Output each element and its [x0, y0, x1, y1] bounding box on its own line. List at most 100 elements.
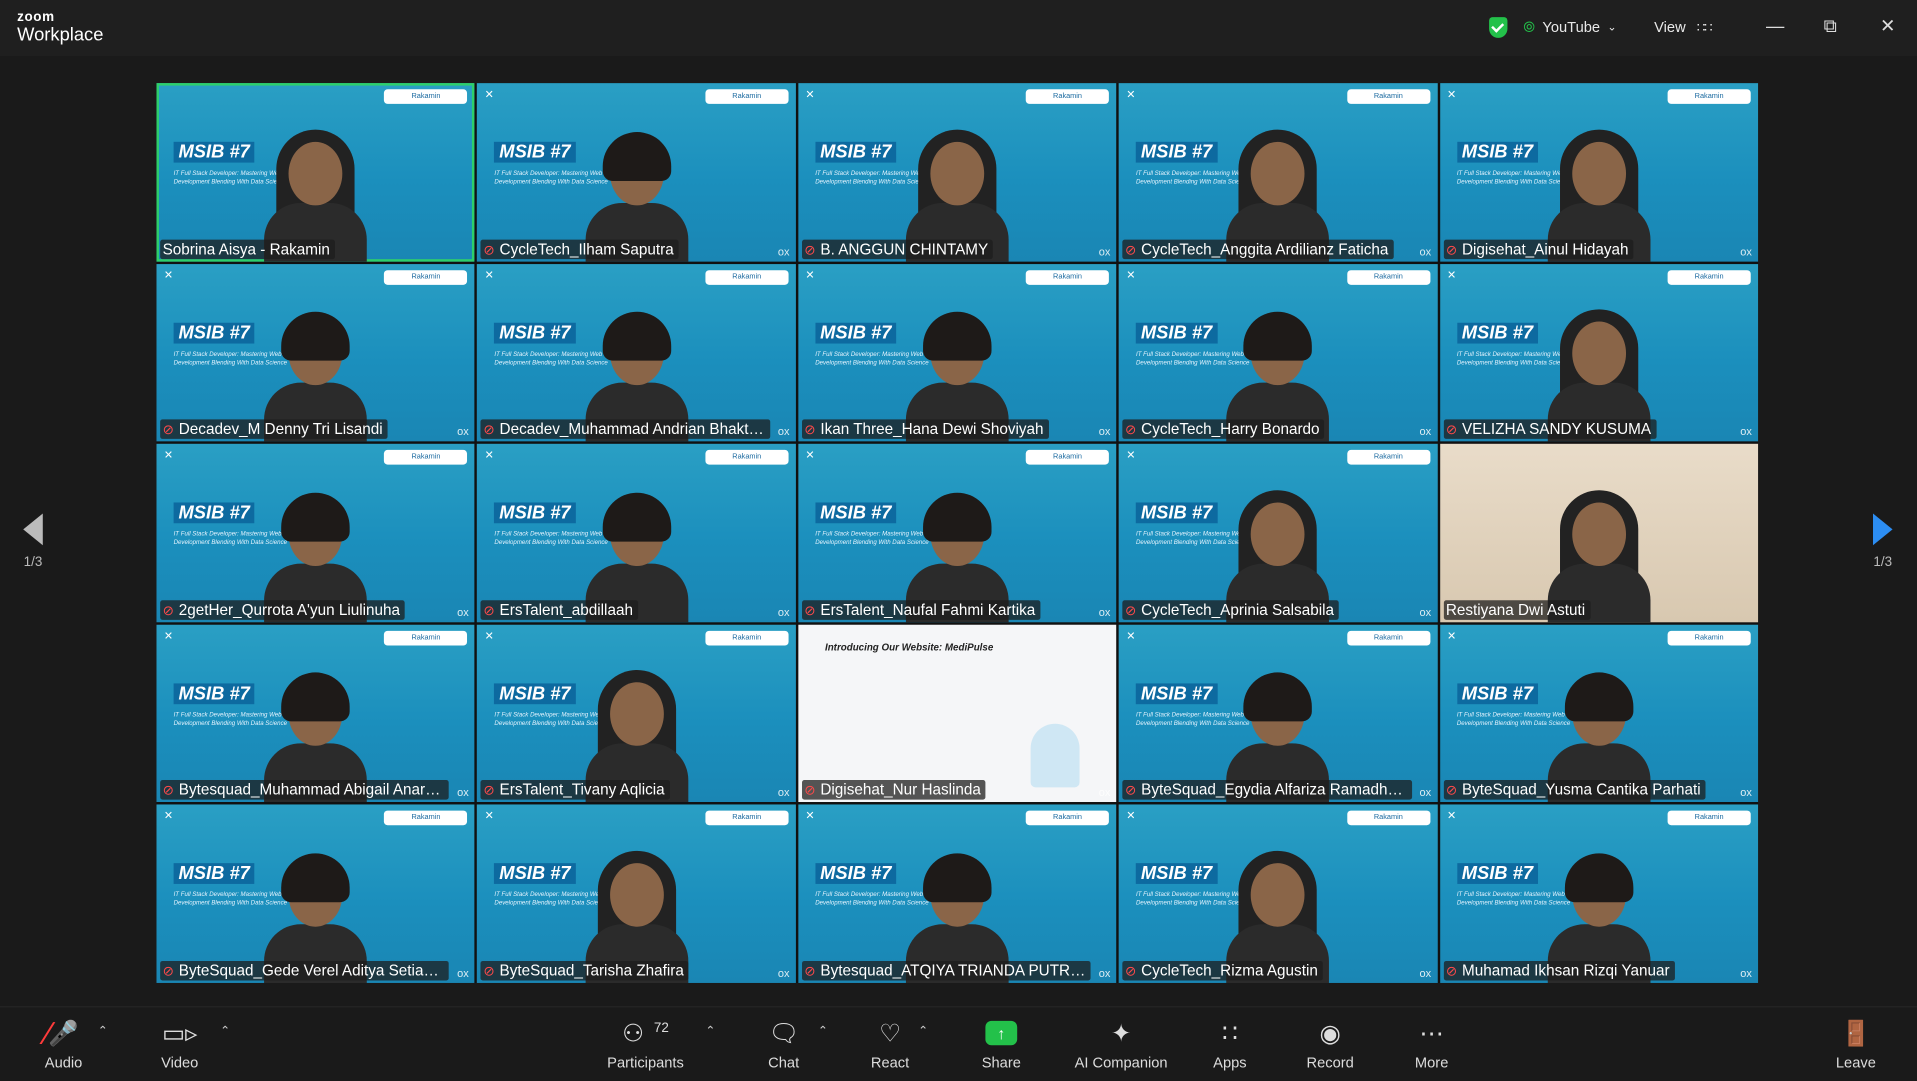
rakamin-badge: Rakamin	[705, 450, 789, 465]
participants-button[interactable]: ⚇ 72 Participants	[599, 1007, 692, 1080]
encryption-shield-icon[interactable]	[1489, 15, 1508, 39]
livestream-indicator[interactable]: ⦾ YouTube ⌄	[1523, 15, 1616, 39]
msib-banner: MSIB #7	[173, 683, 255, 704]
participant-tile[interactable]: Restiyana Dwi Astuti	[1439, 444, 1759, 623]
mic-muted-icon: ⊘	[162, 423, 174, 438]
participant-tile[interactable]: Rakamin MSIB #7 IT Full Stack Developer: M…	[1118, 804, 1438, 983]
arrow-left-icon	[23, 513, 43, 546]
share-button[interactable]: ↑ Share	[976, 1007, 1027, 1080]
rakamin-badge: Rakamin	[705, 630, 789, 646]
connection-icon: ox	[1098, 425, 1111, 438]
pin-icon: ✕	[805, 448, 815, 462]
minimize-button[interactable]: —	[1761, 13, 1790, 37]
participant-name-label: Restiyana Dwi Astuti	[1443, 600, 1591, 620]
participant-tile[interactable]: Rakamin MSIB #7 IT Full Stack Developer: M…	[477, 83, 796, 262]
participant-name-label: ⊘ Decadev_M Denny Tri Lisandi	[160, 419, 388, 440]
msib-banner: MSIB #7	[815, 502, 897, 524]
chat-button[interactable]: 🗨 Chat	[760, 1007, 806, 1080]
participant-tile[interactable]: Rakamin MSIB #7 IT Full Stack Developer: M…	[1118, 444, 1438, 623]
pin-icon: ✕	[805, 809, 815, 823]
pin-icon: ✕	[1126, 629, 1136, 642]
record-icon: ◉	[1319, 1020, 1341, 1048]
audio-label: Audio	[44, 1053, 83, 1071]
pin-icon: ✕	[1447, 268, 1457, 281]
participant-tile[interactable]: Rakamin MSIB #7 IT Full Stack Developer: M…	[1439, 804, 1759, 983]
participant-tile[interactable]: Rakamin MSIB #7 IT Full Stack Developer: M…	[156, 804, 475, 983]
connection-icon: ox	[1419, 425, 1432, 438]
participant-name-label: ⊘ 2getHer_Qurrota A'yun Liulinuha	[160, 600, 405, 620]
audio-options-caret-icon[interactable]: ⌃	[98, 1025, 108, 1038]
mic-muted-icon: ⊘	[1125, 964, 1137, 980]
rakamin-badge: Rakamin	[1667, 630, 1751, 646]
participant-tile[interactable]: Rakamin MSIB #7 IT Full Stack Developer: M…	[156, 263, 475, 442]
restore-button[interactable]: ⧉	[1816, 13, 1845, 37]
msib-banner: MSIB #7	[1456, 322, 1538, 344]
video-options-caret-icon[interactable]: ⌃	[220, 1025, 230, 1038]
pin-icon: ✕	[163, 629, 174, 642]
mic-muted-icon: ⊘	[1445, 784, 1458, 799]
participant-tile[interactable]: Rakamin MSIB #7 IT Full Stack Developer: M…	[798, 444, 1117, 623]
slide-title: Introducing Our Website: MediPulse	[824, 641, 994, 653]
rakamin-badge: Rakamin	[1025, 811, 1110, 826]
participant-tile[interactable]: Rakamin MSIB #7 IT Full Stack Developer: M…	[1439, 263, 1759, 442]
ai-companion-button[interactable]: ✦ AI Companion	[1069, 1007, 1174, 1080]
participant-tile[interactable]: Rakamin MSIB #7 IT Full Stack Developer: M…	[1439, 624, 1759, 803]
leave-label: Leave	[1835, 1053, 1876, 1071]
more-dots-icon: ⋯	[1419, 1020, 1444, 1048]
pin-icon: ✕	[1126, 88, 1136, 101]
participant-tile[interactable]: Rakamin MSIB #7 IT Full Stack Developer: M…	[1439, 83, 1759, 262]
participant-name: Restiyana Dwi Astuti	[1445, 601, 1586, 619]
chat-options-caret-icon[interactable]: ⌃	[818, 1025, 828, 1038]
video-button[interactable]: ▭▹ Video	[153, 1007, 207, 1080]
pin-icon: ✕	[805, 88, 815, 101]
participant-name-label: ⊘ CycleTech_Aprinia Salsabila	[1122, 600, 1339, 620]
apps-button[interactable]: ∷ Apps	[1208, 1007, 1252, 1080]
connection-icon: ox	[777, 606, 790, 619]
pin-icon: ✕	[1126, 448, 1136, 462]
msib-banner: MSIB #7	[1456, 863, 1538, 885]
participant-tile[interactable]: Rakamin MSIB #7 IT Full Stack Developer: M…	[1118, 624, 1438, 803]
record-button[interactable]: ◉ Record	[1303, 1007, 1357, 1080]
participants-options-caret-icon[interactable]: ⌃	[705, 1025, 715, 1038]
close-button[interactable]: ✕	[1873, 13, 1902, 37]
participant-tile[interactable]: Rakamin MSIB #7 IT Full Stack Developer: M…	[477, 624, 796, 803]
participant-name-label: ⊘ CycleTech_Anggita Ardilianz Faticha	[1122, 239, 1394, 259]
mic-muted-icon: ⊘	[1445, 964, 1458, 980]
participant-name: ErsTalent_Naufal Fahmi Kartika	[820, 601, 1036, 619]
msib-banner: MSIB #7	[494, 863, 576, 885]
participant-tile[interactable]: Rakamin MSIB #7 IT Full Stack Developer: M…	[798, 804, 1117, 983]
participant-tile[interactable]: Rakamin MSIB #7 IT Full Stack Developer: M…	[477, 444, 796, 623]
rakamin-badge: Rakamin	[384, 811, 468, 826]
participant-name-label: ⊘ Muhamad Ikhsan Rizqi Yanuar	[1443, 960, 1675, 981]
participant-tile[interactable]: Introducing Our Website: MediPulse ⊘ Digis…	[798, 624, 1117, 803]
pin-icon: ✕	[484, 448, 494, 462]
participant-tile[interactable]: Rakamin MSIB #7 IT Full Stack Developer: M…	[156, 83, 475, 262]
mic-muted-icon: ⊘	[162, 964, 174, 980]
react-button[interactable]: ♡ React	[866, 1007, 915, 1080]
participant-tile[interactable]: Rakamin MSIB #7 IT Full Stack Developer: M…	[156, 624, 475, 803]
page-indicator-right: 1/3	[1873, 555, 1893, 570]
more-button[interactable]: ⋯ More	[1408, 1007, 1454, 1080]
participant-tile[interactable]: Rakamin MSIB #7 IT Full Stack Developer: M…	[1118, 263, 1438, 442]
chat-label: Chat	[768, 1053, 800, 1071]
apps-grid-icon: ∷	[1222, 1020, 1238, 1048]
participant-tile[interactable]: Rakamin MSIB #7 IT Full Stack Developer: M…	[156, 444, 475, 623]
brand-small: zoom	[17, 9, 55, 25]
participant-tile[interactable]: Rakamin MSIB #7 IT Full Stack Developer: M…	[798, 83, 1117, 262]
participant-tile[interactable]: Rakamin MSIB #7 IT Full Stack Developer: M…	[477, 804, 796, 983]
connection-icon: ox	[1419, 606, 1432, 619]
participant-tile[interactable]: Rakamin MSIB #7 IT Full Stack Developer: M…	[477, 263, 796, 442]
view-button[interactable]: View ∷∷	[1654, 15, 1712, 39]
leave-button[interactable]: 🚪 Leave	[1831, 1007, 1880, 1080]
participant-tile[interactable]: Rakamin MSIB #7 IT Full Stack Developer: M…	[798, 263, 1117, 442]
mic-muted-icon: ⊘	[483, 603, 495, 619]
audio-button[interactable]: 🎤 ∕ Audio	[37, 1007, 91, 1080]
react-options-caret-icon[interactable]: ⌃	[918, 1025, 928, 1038]
participant-name-label: ⊘ ErsTalent_Naufal Fahmi Kartika	[801, 600, 1041, 620]
participant-tile[interactable]: Rakamin MSIB #7 IT Full Stack Developer: M…	[1118, 83, 1438, 262]
record-label: Record	[1306, 1053, 1354, 1071]
participant-name-label: ⊘ ErsTalent_Tivany Aqlicia	[480, 780, 670, 801]
previous-page-button[interactable]: 1/3	[15, 513, 52, 570]
rakamin-badge: Rakamin	[1025, 89, 1110, 104]
next-page-button[interactable]: 1/3	[1864, 513, 1901, 570]
